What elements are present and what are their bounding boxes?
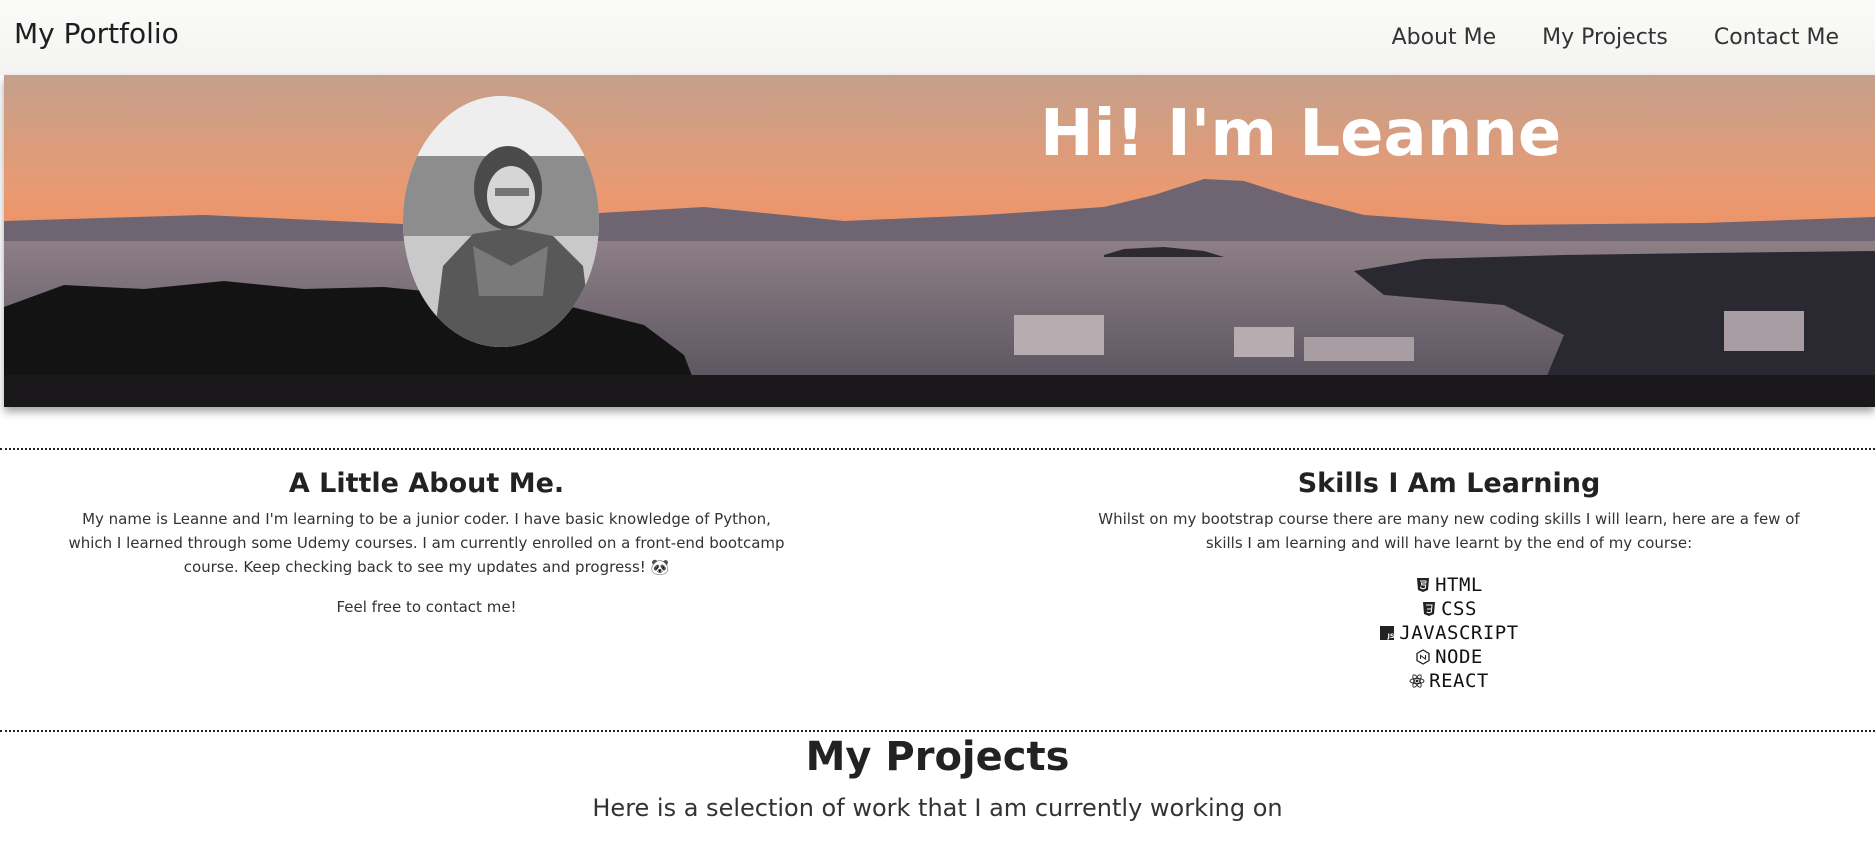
skills-text: Whilst on my bootstrap course there are … xyxy=(1098,510,1800,552)
nav-link-contact-me[interactable]: Contact Me xyxy=(1714,25,1839,50)
sunset-landscape-image xyxy=(4,75,1875,407)
svg-text:JS: JS xyxy=(1387,632,1395,640)
skills-section: Skills I Am Learning Whilst on my bootst… xyxy=(1079,468,1819,693)
about-section: A Little About Me. My name is Leanne and… xyxy=(60,468,793,635)
html5-icon xyxy=(1417,578,1430,592)
navbar: My Portfolio About Me My Projects Contac… xyxy=(0,0,1875,75)
hero-banner: Hi! I'm Leanne xyxy=(4,75,1875,407)
js-icon: JS xyxy=(1380,626,1395,640)
projects-title: My Projects xyxy=(805,734,1070,780)
react-icon xyxy=(1409,674,1425,688)
profile-photo xyxy=(403,96,599,347)
contact-prompt: Feel free to contact me! xyxy=(336,598,517,616)
section-divider xyxy=(0,730,1875,732)
skill-label: JAVASCRIPT xyxy=(1399,622,1519,644)
projects-subtitle: Here is a selection of work that I am cu… xyxy=(592,794,1283,822)
skills-list: HTML CSS JS JAVASCRIPT NODE REACT xyxy=(1079,573,1819,693)
nav-link-about-me[interactable]: About Me xyxy=(1392,25,1497,50)
skill-label: REACT xyxy=(1429,670,1489,692)
skill-item-css: CSS xyxy=(1079,597,1819,621)
skill-item-node: NODE xyxy=(1079,645,1819,669)
nav-links: About Me My Projects Contact Me xyxy=(1392,25,1861,50)
skill-item-html: HTML xyxy=(1079,573,1819,597)
hero-title: Hi! I'm Leanne xyxy=(1040,97,1562,171)
skill-label: CSS xyxy=(1441,598,1477,620)
nav-link-my-projects[interactable]: My Projects xyxy=(1542,25,1668,50)
skill-item-javascript: JS JAVASCRIPT xyxy=(1079,621,1819,645)
skill-item-react: REACT xyxy=(1079,669,1819,693)
node-icon xyxy=(1416,649,1430,665)
skills-title: Skills I Am Learning xyxy=(1297,468,1601,499)
skill-label: NODE xyxy=(1435,646,1483,668)
skill-label: HTML xyxy=(1435,574,1483,596)
css3-icon xyxy=(1423,602,1436,616)
brand-logo[interactable]: My Portfolio xyxy=(14,17,179,50)
about-text: My name is Leanne and I'm learning to be… xyxy=(68,510,785,576)
section-divider xyxy=(0,448,1875,450)
profile-photo-image xyxy=(403,96,599,347)
about-title: A Little About Me. xyxy=(288,468,565,499)
